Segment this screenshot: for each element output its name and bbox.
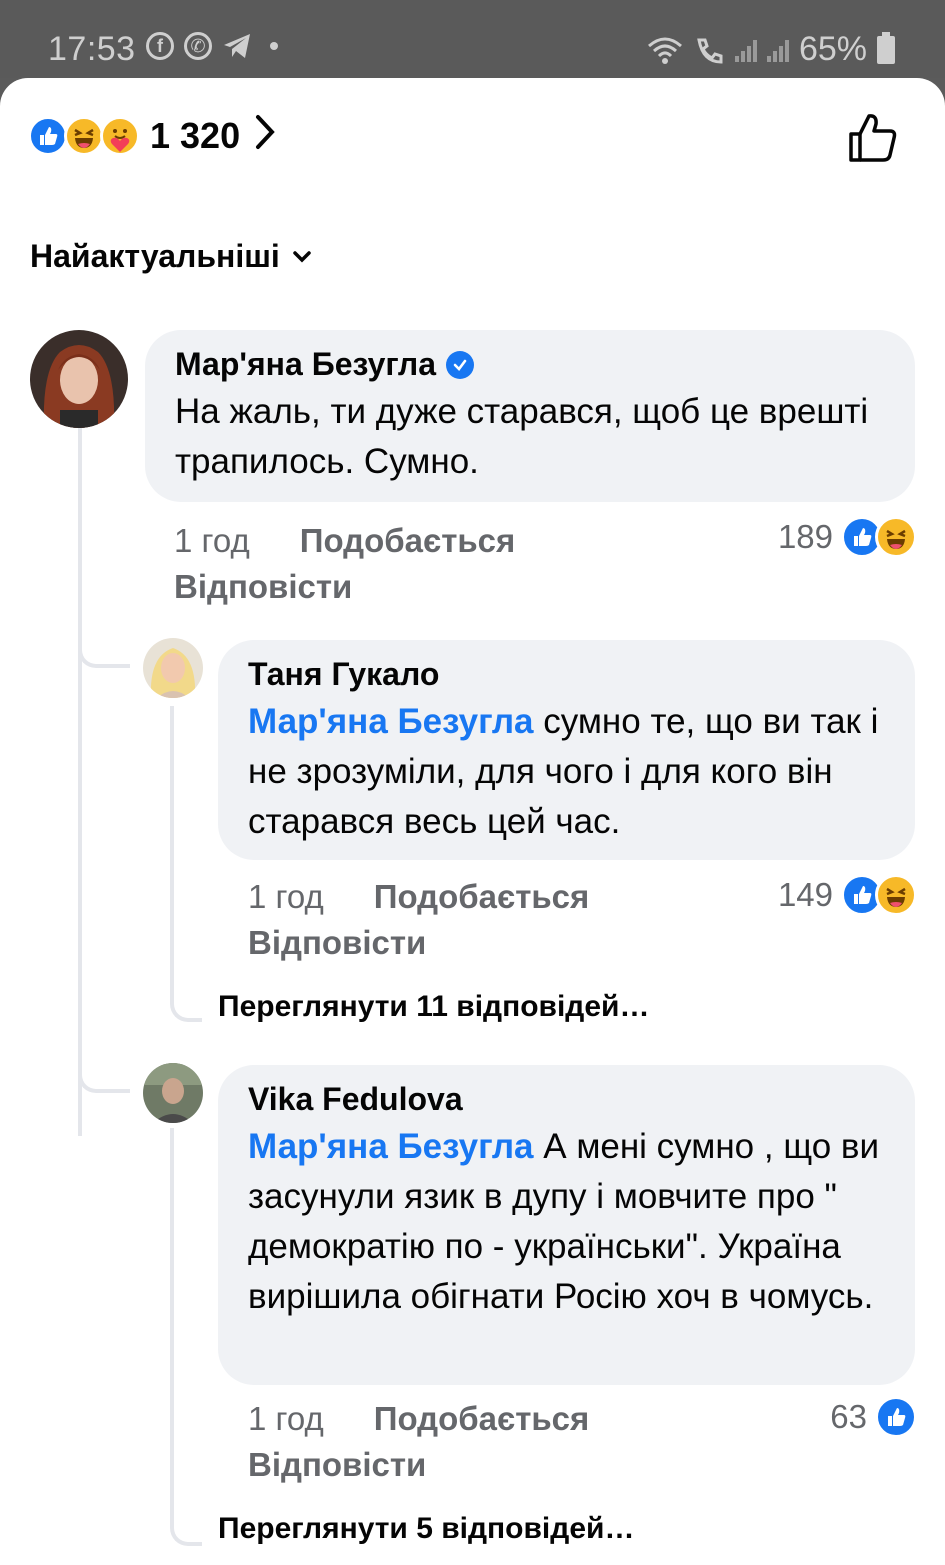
comment-actions: 1 год Подобається Відповісти <box>248 878 589 962</box>
view-replies-button[interactable]: Переглянути 5 відповідей… <box>218 1512 634 1546</box>
comment-author[interactable]: Мар'яна Безугла <box>175 346 885 383</box>
comment-actions: 1 год Подобається Відповісти <box>248 1400 589 1484</box>
verified-badge-icon <box>446 350 475 379</box>
reply-button[interactable]: Відповісти <box>248 1446 589 1484</box>
haha-reaction-icon <box>875 874 917 916</box>
status-indicators: 65% <box>647 30 895 69</box>
haha-reaction-icon <box>64 116 104 156</box>
chevron-down-icon <box>292 244 312 270</box>
wifi-icon <box>647 37 682 64</box>
like-comment-button[interactable]: Подобається <box>374 878 590 916</box>
like-reaction-icon <box>875 1396 917 1438</box>
like-post-button[interactable] <box>847 112 899 164</box>
battery-icon <box>877 31 895 64</box>
status-time: 17:53 <box>48 30 136 68</box>
reaction-count: 189 <box>777 518 833 555</box>
sort-dropdown[interactable]: Найактуальніші <box>30 238 312 275</box>
like-comment-button[interactable]: Подобається <box>300 522 516 560</box>
avatar[interactable] <box>30 330 128 428</box>
sort-label: Найактуальніші <box>30 238 280 274</box>
reaction-count: 63 <box>830 1398 867 1435</box>
reaction-count: 149 <box>777 876 833 913</box>
comment-actions: 1 год Подобається Відповісти <box>174 522 515 606</box>
like-reaction-icon <box>28 116 68 156</box>
author-name[interactable]: Vika Fedulova <box>248 1081 463 1118</box>
status-bar: 17:53 f ✆ 65% <box>0 0 945 78</box>
whatsapp-icon: ✆ <box>184 32 212 60</box>
comment-author[interactable]: Vika Fedulova <box>248 1081 885 1118</box>
status-app-icons: f ✆ <box>146 32 278 60</box>
notification-dot-icon <box>270 42 278 50</box>
reactions-count: 1 320 <box>150 115 241 156</box>
avatar[interactable] <box>143 1063 203 1123</box>
reactions-summary[interactable]: 1 320 <box>28 114 276 158</box>
comment-reactions[interactable]: 149 <box>778 874 917 916</box>
comment-reactions[interactable]: 189 <box>778 516 917 558</box>
comment-text: Мар'яна Безугла А мені сумно , що ви зас… <box>248 1122 885 1322</box>
thread-elbow <box>170 1128 202 1546</box>
comment-bubble: Таня Гукало Мар'яна Безугла сумно те, що… <box>218 640 915 860</box>
author-name[interactable]: Мар'яна Безугла <box>175 346 436 383</box>
haha-reaction-icon <box>875 516 917 558</box>
thread-elbow <box>78 638 130 668</box>
comment-text: Мар'яна Безугла сумно те, що ви так і не… <box>248 697 885 847</box>
mention-link[interactable]: Мар'яна Безугла <box>248 1127 534 1166</box>
reply-button[interactable]: Відповісти <box>248 924 589 962</box>
comment-text: На жаль, ти дуже старався, щоб це врешті… <box>175 392 869 481</box>
avatar[interactable] <box>143 638 203 698</box>
thread-line <box>78 428 82 1136</box>
comment-reactions[interactable]: 63 <box>830 1396 917 1438</box>
comment-time[interactable]: 1 год <box>174 522 250 560</box>
thread-elbow <box>78 1063 130 1093</box>
mention-link[interactable]: Мар'яна Безугла <box>248 702 534 741</box>
wifi-call-icon <box>697 38 723 64</box>
telegram-icon <box>224 34 250 58</box>
comment-author[interactable]: Таня Гукало <box>248 656 885 693</box>
signal-2-icon <box>766 38 789 62</box>
comments-sheet: 1 320 Найактуальніші Мар'яна Безугла На … <box>0 78 945 1565</box>
comment-time[interactable]: 1 год <box>248 878 324 916</box>
facebook-icon: f <box>146 32 174 60</box>
comment-bubble: Vika Fedulova Мар'яна Безугла А мені сум… <box>218 1065 915 1385</box>
reply-button[interactable]: Відповісти <box>174 568 515 606</box>
thread-elbow <box>170 706 202 1022</box>
like-comment-button[interactable]: Подобається <box>374 1400 590 1438</box>
comment-time[interactable]: 1 год <box>248 1400 324 1438</box>
author-name[interactable]: Таня Гукало <box>248 656 439 693</box>
care-reaction-icon <box>100 116 140 156</box>
thumbs-up-icon <box>849 114 897 162</box>
chevron-right-icon <box>254 112 276 160</box>
battery-percent: 65% <box>798 30 867 68</box>
view-replies-button[interactable]: Переглянути 11 відповідей… <box>218 990 649 1024</box>
comment-bubble: Мар'яна Безугла На жаль, ти дуже старавс… <box>145 330 915 502</box>
signal-1-icon <box>734 38 757 62</box>
